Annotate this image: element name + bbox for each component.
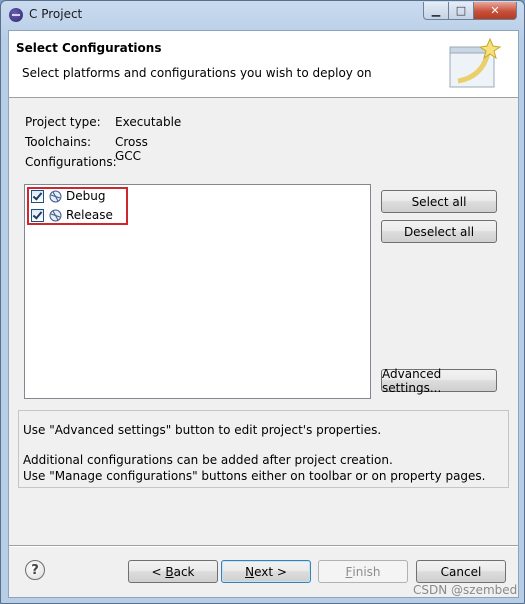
window-title: C Project <box>29 7 83 21</box>
title-bar[interactable]: C Project ▁ □ ✕ <box>1 1 524 29</box>
finish-button[interactable]: Finish <box>318 560 408 583</box>
next-button[interactable]: Next > <box>221 560 311 583</box>
watermark-text: CSDN @szembed <box>413 583 518 597</box>
back-prefix: < <box>151 564 166 579</box>
next-mnemonic: N <box>245 564 255 579</box>
project-type-value: Executable <box>115 115 182 129</box>
help-icon[interactable]: ? <box>25 560 45 580</box>
back-mnemonic: B <box>165 564 174 579</box>
page-title: Select Configurations <box>16 41 162 55</box>
finish-mnemonic: F <box>345 564 353 579</box>
footer-separator <box>9 545 518 547</box>
dialog-client-area: Select Configurations Select platforms a… <box>8 30 519 598</box>
maximize-icon: □ <box>455 4 467 17</box>
back-button[interactable]: < Back <box>128 560 218 583</box>
minimize-button[interactable]: ▁ <box>423 2 449 20</box>
select-all-button[interactable]: Select all <box>381 190 497 213</box>
c-project-icon <box>9 8 23 22</box>
maximize-button[interactable]: □ <box>449 2 474 20</box>
wizard-header: Select Configurations Select platforms a… <box>9 31 518 98</box>
finish-label: inish <box>352 564 381 579</box>
project-type-label: Project type: <box>25 115 101 129</box>
cancel-button[interactable]: Cancel <box>416 560 506 583</box>
help-line-3: Use "Manage configurations" buttons eith… <box>23 469 486 483</box>
help-line-2: Additional configurations can be added a… <box>23 453 393 467</box>
toolchains-label: Toolchains: <box>25 135 92 149</box>
advanced-settings-button[interactable]: Advanced settings... <box>381 367 497 395</box>
close-button[interactable]: ✕ <box>474 2 517 20</box>
next-label: ext > <box>254 564 287 579</box>
minimize-icon: ▁ <box>431 4 441 17</box>
dialog-window: C Project ▁ □ ✕ Select Configurations Se… <box>0 0 525 604</box>
back-label: ack <box>173 564 195 579</box>
wizard-banner-icon <box>449 37 502 88</box>
highlight-annotation <box>27 187 128 225</box>
configurations-label: Configurations: <box>25 155 117 169</box>
deselect-all-button[interactable]: Deselect all <box>381 220 497 243</box>
close-icon: ✕ <box>490 4 500 17</box>
window-controls: ▁ □ ✕ <box>423 2 517 20</box>
help-line-1: Use "Advanced settings" button to edit p… <box>23 423 382 437</box>
help-message-box: Use "Advanced settings" button to edit p… <box>18 410 509 488</box>
page-description: Select platforms and configurations you … <box>22 66 372 80</box>
